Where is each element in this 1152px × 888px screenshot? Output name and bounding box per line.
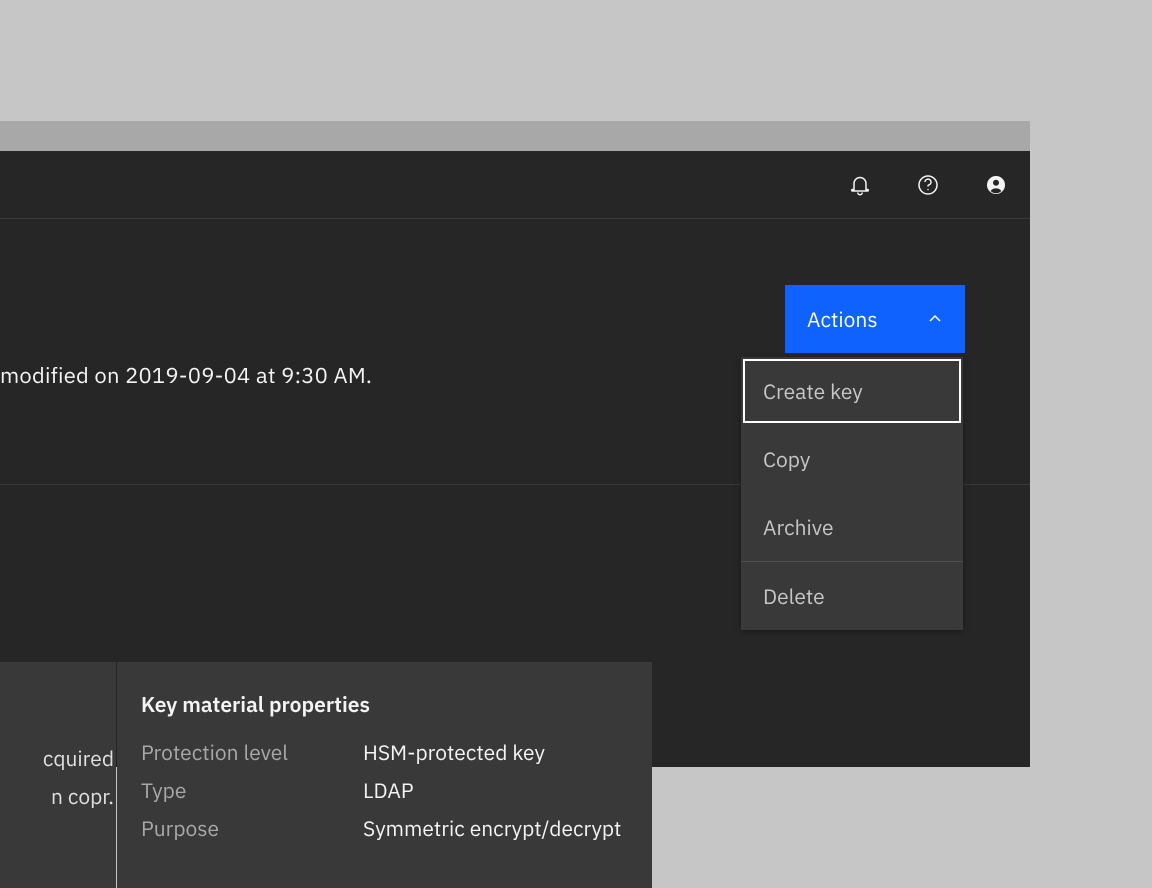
menu-item-copy[interactable]: Copy (741, 425, 963, 493)
notification-icon[interactable] (836, 161, 884, 209)
actions-dropdown-button[interactable]: Actions (785, 285, 965, 353)
property-value: LDAP (363, 776, 414, 804)
app-frame: modified on 2019-09-04 at 9:30 AM. Actio… (0, 121, 1030, 767)
key-material-card: Key material properties Protection level… (117, 662, 652, 888)
menu-item-archive[interactable]: Archive (741, 493, 963, 561)
left-partial-card: cquired n copr. (0, 662, 116, 888)
property-row: Type LDAP (141, 776, 628, 804)
property-label: Purpose (141, 814, 363, 842)
actions-dropdown-menu: Create key Copy Archive Delete (741, 357, 963, 630)
content-row: cquired n copr. Key material properties … (0, 662, 652, 888)
menu-item-create-key[interactable]: Create key (741, 357, 963, 425)
account-icon[interactable] (972, 161, 1020, 209)
property-label: Type (141, 776, 363, 804)
last-modified-text: modified on 2019-09-04 at 9:30 AM. (0, 361, 372, 390)
menu-item-label: Create key (763, 377, 863, 405)
global-header (0, 151, 1030, 219)
menu-item-label: Archive (763, 513, 834, 541)
actions-label: Actions (807, 305, 878, 333)
menu-item-delete[interactable]: Delete (741, 562, 963, 630)
menu-item-label: Delete (763, 582, 825, 610)
property-value: HSM-protected key (363, 738, 545, 766)
page-meta-region: modified on 2019-09-04 at 9:30 AM. Actio… (0, 219, 1030, 485)
text-fragment: cquired (0, 740, 116, 778)
property-row: Protection level HSM-protected key (141, 738, 628, 766)
text-fragment: n copr. (0, 778, 116, 816)
chevron-up-icon (927, 311, 943, 327)
property-row: Purpose Symmetric encrypt/decrypt (141, 814, 628, 842)
property-value: Symmetric encrypt/decrypt (363, 814, 621, 842)
property-label: Protection level (141, 738, 363, 766)
help-icon[interactable] (904, 161, 952, 209)
window-titlebar (0, 121, 1030, 151)
card-title: Key material properties (141, 690, 628, 718)
menu-item-label: Copy (763, 445, 810, 473)
